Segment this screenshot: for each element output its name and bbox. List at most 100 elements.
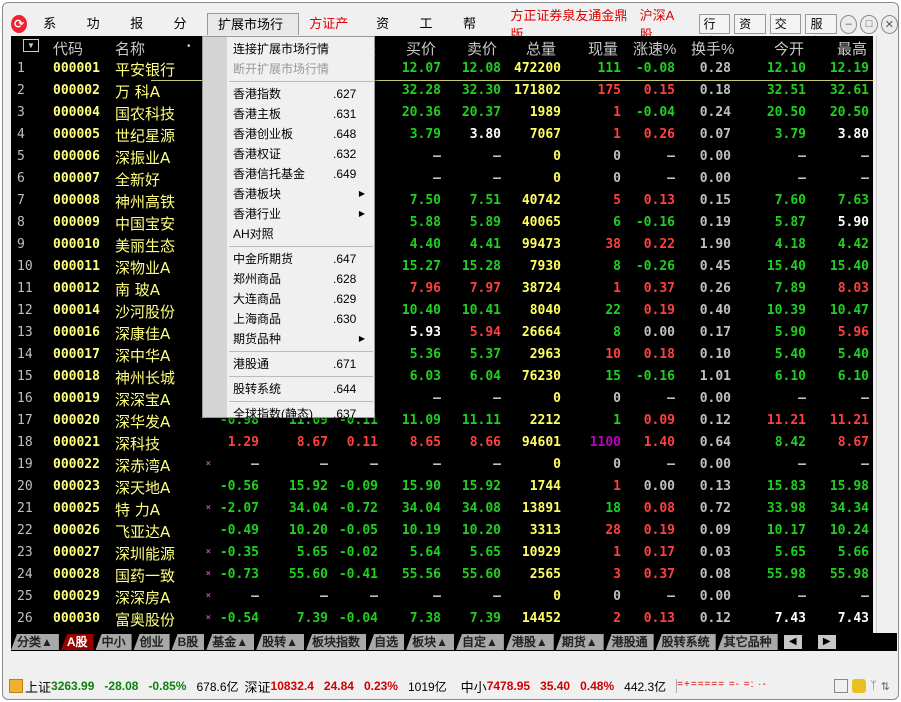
menu-item[interactable]: 香港创业板 .648 [233,124,369,144]
header-name[interactable]: 名称 [115,38,145,59]
category-tab[interactable]: 股转▲ [256,634,305,650]
menu-news[interactable]: 资讯 [366,13,409,53]
category-tab[interactable]: 自选 [368,634,405,650]
menu-item[interactable]: 香港板块 ▶ [233,184,369,204]
table-row[interactable]: 6 000007 全新好 — — 0 0 — 0.00 — — [11,168,873,190]
stock-name: 深深房A [115,589,171,607]
status-toggle-icon[interactable] [9,679,23,693]
menu-item[interactable]: AH对照 [233,224,369,244]
message-icon[interactable] [852,679,867,693]
category-tab[interactable]: 港股▲ [505,634,554,650]
menu-item[interactable]: 大连商品 .629 [233,289,369,309]
news-button[interactable]: 资讯 [734,14,766,49]
category-tab[interactable]: 自定▲ [455,634,504,650]
header-bid[interactable]: 买价 [406,38,436,59]
cell-ask: 15.92 [461,479,501,494]
table-row[interactable]: 10 000011 深物业A 15.27 15.28 7930 8 -0.26 0.45 15.4… [11,256,873,278]
close-icon[interactable]: ✕ [880,14,898,34]
table-row[interactable]: 1 000001 平安银行 12.07 12.08 472200 111 -0.08 0.28 1… [11,58,873,80]
column-menu-icon[interactable]: ▼ [23,39,39,52]
menu-quote[interactable]: 报价 [120,13,163,53]
header-code[interactable]: 代码 [53,38,83,59]
table-row[interactable]: 25 000029 深深房A × — — — — — 0 0 — 0.00 — — [11,586,873,608]
cell-vol: 94601 [521,435,561,450]
menu-analysis[interactable]: 分析 [164,13,207,53]
trade-button[interactable]: 交易 [769,14,802,49]
menu-extended-market[interactable]: 扩展市场行情 [206,13,300,54]
header-ask[interactable]: 卖价 [467,38,497,59]
menu-item[interactable]: 香港主板 .631 [233,104,369,124]
header-open[interactable]: 今开 [774,38,804,59]
table-row[interactable]: 2 000002 万 科A 32.28 32.30 171802 175 0.15 0.18 32… [11,80,873,102]
table-row[interactable]: 13 000016 深康佳A 5.93 5.94 26664 8 0.00 0.17 5.90 5.… [11,322,873,344]
table-row[interactable]: 8 000009 中国宝安 5.88 5.89 40065 6 -0.16 0.19 5.87 5.… [11,212,873,234]
category-tab[interactable]: 板块▲ [406,634,454,650]
category-tab[interactable]: 中小 [95,634,132,650]
table-row[interactable]: 22 000026 飞亚达A -0.49 10.20 -0.05 10.19 10.20 331… [11,520,873,542]
header-turnover[interactable]: 换手% [691,38,734,59]
app-window: ⟳ 系统 功能 报价 分析 扩展市场行情 方证产品 资讯 工具 帮助 方正证券泉… [2,2,899,700]
cell-vol: 7930 [529,259,561,274]
category-tab[interactable]: 创业 [133,634,170,650]
menu-item[interactable]: 期货品种 ▶ [233,329,369,349]
category-tab[interactable]: 股转系统 [655,634,716,650]
menu-item[interactable]: 全球指数(静态) .637 [233,404,369,424]
table-row[interactable]: 3 000004 国农科技 20.36 20.37 1989 1 -0.04 0.24 20.50… [11,102,873,124]
menu-item-shortcut: .628 [333,272,357,286]
menu-fangzheng-products[interactable]: 方证产品 [299,13,366,53]
table-row[interactable]: 19 000022 深赤湾A × — — — — — 0 0 — 0.00 — — [11,454,873,476]
notes-icon[interactable] [834,679,849,693]
category-tab[interactable]: 板块指数 [306,634,367,650]
menu-item[interactable]: 郑州商品 .628 [233,269,369,289]
connection-icon[interactable]: ⇅ [881,680,890,693]
table-row[interactable]: 9 000010 美丽生态 4.40 4.41 99473 38 0.22 1.90 4.18 4.… [11,234,873,256]
menu-item[interactable]: 港股通 .671 [233,354,369,374]
category-tab[interactable]: A股 [60,634,94,650]
table-row[interactable]: 26 000030 富奥股份 × -0.54 7.39 -0.04 7.38 7.39 14452… [11,608,873,630]
menu-help[interactable]: 帮助 [453,13,496,53]
menu-system[interactable]: 系统 [33,13,76,53]
header-speed[interactable]: 涨速% [633,38,676,59]
category-tab[interactable]: 分类▲ [11,634,59,650]
quote-button[interactable]: 行情 [698,14,731,49]
menu-item[interactable]: 香港行业 ▶ [233,204,369,224]
maximize-icon[interactable]: □ [860,14,878,34]
table-row[interactable]: 15 000018 神州长城 6.03 6.04 76230 15 -0.16 1.01 6.10… [11,366,873,388]
menu-item[interactable]: 香港信托基金 .649 [233,164,369,184]
category-tab[interactable]: 港股通 [605,634,654,650]
service-button[interactable]: 服务 [805,14,838,49]
tab-scroll-left-icon[interactable]: ◀ [783,635,802,649]
menu-item[interactable]: 中金所期货 .647 [233,249,369,269]
table-row[interactable]: 5 000006 深振业A — — 0 0 — 0.00 — — [11,146,873,168]
table-row[interactable]: 14 000017 深中华A 5.36 5.37 2963 10 0.18 0.10 5.40 5.… [11,344,873,366]
table-row[interactable]: 24 000028 国药一致 × -0.73 55.60 -0.41 55.56 55.60 25… [11,564,873,586]
table-row[interactable]: 7 000008 神州高铁 7.50 7.51 40742 5 0.13 0.15 7.60 7.6… [11,190,873,212]
category-tab[interactable]: 其它品种 [717,634,778,650]
table-row[interactable]: 11 000012 南 玻A 7.96 7.97 38724 1 0.37 0.26 7.89 8.… [11,278,873,300]
table-row[interactable]: 17 000020 深华发A -0.98 11.09 -0.11 11.09 11.11 221… [11,410,873,432]
menu-item[interactable]: 香港权证 .632 [233,144,369,164]
cell-diff: -0.05 [338,523,378,538]
minimize-icon[interactable]: – [840,14,858,34]
tab-scroll-right-icon[interactable]: ▶ [817,635,836,649]
menu-item[interactable]: 香港指数 .627 [233,84,369,104]
category-tab[interactable]: B股 [171,634,205,650]
table-row[interactable]: 20 000023 深天地A -0.56 15.92 -0.09 15.90 15.92 174… [11,476,873,498]
menu-item[interactable]: 上海商品 .630 [233,309,369,329]
header-volume[interactable]: 总量 [526,38,556,59]
table-row[interactable]: 18 000021 深科技 1.29 8.67 0.11 8.65 8.66 94601 1100… [11,432,873,454]
category-tab[interactable]: 期货▲ [555,634,604,650]
table-row[interactable]: 4 000005 世纪星源 3.79 3.80 7067 1 0.26 0.07 3.79 3.80 [11,124,873,146]
menu-tools[interactable]: 工具 [410,13,453,53]
menu-function[interactable]: 功能 [77,13,120,53]
signal-icon[interactable]: ᛉ [870,680,877,692]
table-row[interactable]: 21 000025 特 力A × -2.07 34.04 -0.72 34.04 34.08 13… [11,498,873,520]
header-current-volume[interactable]: 现量 [588,38,618,59]
table-row[interactable]: 23 000027 深圳能源 × -0.35 5.65 -0.02 5.64 5.65 10929… [11,542,873,564]
menu-item[interactable]: 连接扩展市场行情 [233,39,369,59]
table-row[interactable]: 12 000014 沙河股份 10.40 10.41 8040 22 0.19 0.40 10.3… [11,300,873,322]
header-high[interactable]: 最高 [837,38,867,59]
table-row[interactable]: 16 000019 深深宝A — — 0 0 — 0.00 — — [11,388,873,410]
menu-item[interactable]: 股转系统 .644 [233,379,369,399]
category-tab[interactable]: 基金▲ [206,634,255,650]
